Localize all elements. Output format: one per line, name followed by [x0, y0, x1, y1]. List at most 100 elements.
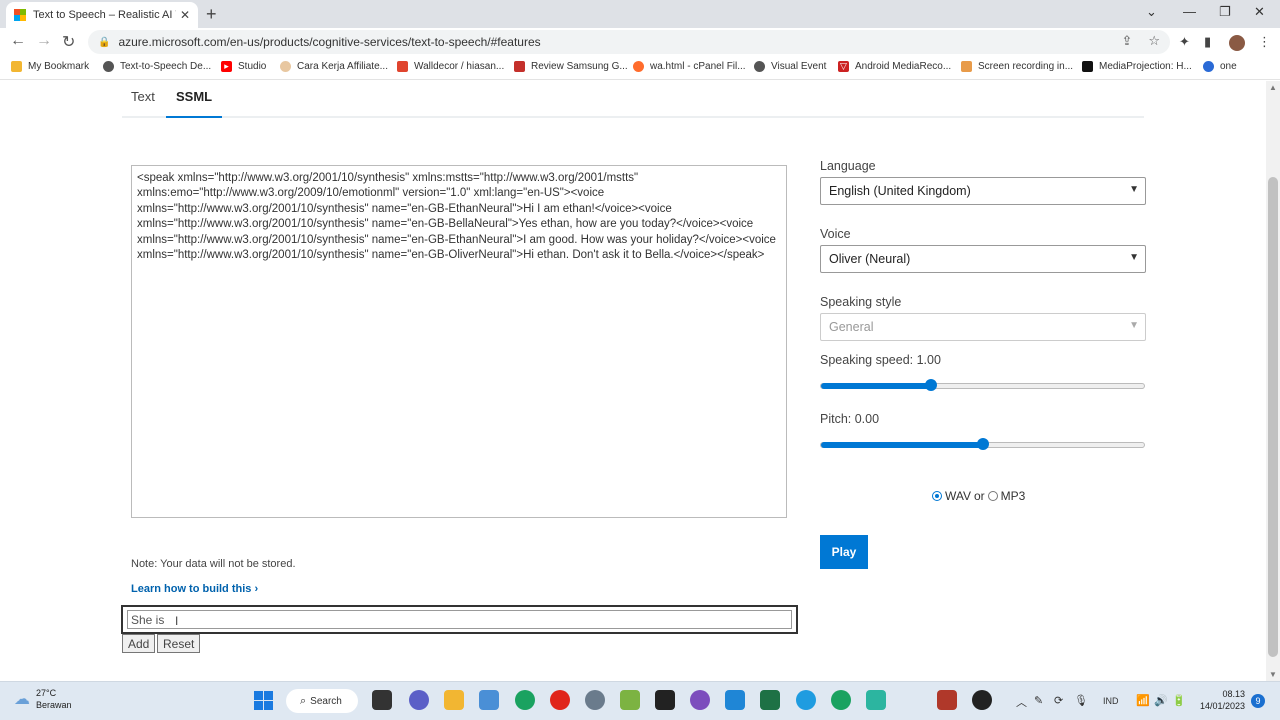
close-tab-icon[interactable]: ✕ [180, 8, 190, 22]
bookmark-item[interactable]: Screen recording in... [961, 61, 1073, 72]
bookmark-item[interactable]: ▸ Studio [221, 61, 266, 72]
site-icon [1203, 61, 1214, 72]
sheets-icon[interactable] [866, 690, 886, 710]
scroll-up-icon[interactable]: ▲ [1269, 83, 1277, 92]
bookmark-item[interactable]: MediaProjection: H... [1082, 61, 1192, 72]
excel-icon[interactable] [760, 690, 780, 710]
pitch-label: Pitch: 0.00 [820, 412, 880, 426]
windows-taskbar: ☁ 27°C Berawan ⌕ Search ︿ ✎ ⟳ 🎙 IND 📶 🔊 … [0, 681, 1280, 720]
folder-icon [11, 61, 22, 72]
extensions-icon[interactable]: ✦ [1179, 34, 1190, 50]
voice-select[interactable]: Oliver (Neural) ▼ [820, 245, 1146, 273]
url-text: azure.microsoft.com/en-us/products/cogni… [118, 35, 541, 49]
photos-icon[interactable] [479, 690, 499, 710]
bookmark-item[interactable]: one [1203, 61, 1237, 72]
language-select[interactable]: English (United Kingdom) ▼ [820, 177, 1146, 205]
minimize-icon[interactable]: — [1183, 4, 1196, 19]
bookmark-item[interactable]: My Bookmark [11, 61, 89, 72]
add-button[interactable]: Add [122, 634, 156, 653]
mp3-radio[interactable] [987, 491, 998, 501]
page-scrollbar[interactable]: ▲ ▼ [1266, 81, 1280, 681]
profile-avatar[interactable] [1229, 35, 1245, 51]
chat-icon[interactable] [409, 690, 429, 710]
shop-icon [397, 61, 408, 72]
chevron-down-icon: ▼ [1129, 184, 1139, 195]
scrollbar-thumb[interactable] [1268, 177, 1278, 657]
taskbar-search[interactable]: ⌕ Search [286, 689, 358, 713]
tab-ssml[interactable]: SSML [166, 89, 223, 118]
bookmark-item[interactable]: wa.html - cPanel Fil... [633, 61, 746, 72]
voice-label: Voice [820, 227, 851, 241]
ssml-textarea[interactable]: <speak xmlns="http://www.w3.org/2001/10/… [131, 165, 787, 518]
weather-widget[interactable]: ☁ 27°C Berawan [14, 687, 72, 711]
address-bar[interactable]: 🔒 azure.microsoft.com/en-us/products/cog… [88, 30, 1170, 54]
privacy-note: Note: Your data will not be stored. [131, 558, 296, 570]
slider-handle[interactable] [976, 438, 989, 450]
start-windows-icon[interactable] [254, 691, 273, 710]
chrome-icon[interactable] [515, 690, 535, 710]
pitch-slider[interactable] [820, 438, 1145, 450]
volume-icon[interactable]: 🔊 [1154, 694, 1168, 707]
side-panel-icon[interactable]: ▮ [1204, 34, 1211, 50]
media-icon[interactable] [972, 690, 992, 710]
bookmark-item[interactable]: Review Samsung G... [514, 61, 628, 72]
battery-icon[interactable]: 🔋 [1172, 694, 1186, 707]
share-icon[interactable]: ⇪ [1121, 33, 1132, 49]
output-format-group: WAV or MP3 [932, 489, 1025, 503]
browser-toolbar: ← → ↻ 🔒 azure.microsoft.com/en-us/produc… [0, 28, 1280, 56]
pen-icon[interactable]: ✎ [1034, 694, 1043, 707]
menu-kebab-icon[interactable]: ⋮ [1258, 34, 1271, 50]
learn-how-link[interactable]: Learn how to build this › [131, 583, 258, 595]
slider-fill [821, 383, 931, 389]
back-icon[interactable]: ← [10, 32, 26, 50]
sync-icon[interactable]: ⟳ [1054, 694, 1063, 707]
wav-radio[interactable] [932, 491, 942, 501]
language-indicator[interactable]: IND [1103, 696, 1119, 706]
opera-icon[interactable] [550, 690, 570, 710]
scroll-down-icon[interactable]: ▼ [1269, 670, 1277, 679]
clock[interactable]: 08.13 14/01/2023 [1195, 688, 1245, 712]
winrar-icon[interactable] [937, 690, 957, 710]
file-explorer-icon[interactable] [444, 690, 464, 710]
new-tab-button[interactable]: + [206, 4, 217, 25]
reload-icon[interactable]: ↻ [62, 32, 75, 52]
lock-icon: 🔒 [98, 36, 111, 48]
speaking-speed-slider[interactable] [820, 379, 1145, 391]
tab-search-chevron-icon[interactable]: ⌄ [1146, 4, 1157, 20]
terminal-icon[interactable] [655, 690, 675, 710]
tab-text[interactable]: Text [131, 89, 155, 114]
input-mode-tabs: Text SSML [122, 81, 1144, 118]
bookmark-star-icon[interactable]: ☆ [1148, 33, 1160, 49]
site-icon [1082, 61, 1093, 72]
language-label: Language [820, 159, 876, 173]
edge-icon[interactable] [796, 690, 816, 710]
speaking-style-select[interactable]: General ▼ [820, 313, 1146, 341]
tray-chevron-icon[interactable]: ︿ [1016, 694, 1027, 710]
task-view-icon[interactable] [372, 690, 392, 710]
site-icon [961, 61, 972, 72]
play-button[interactable]: Play [820, 535, 868, 569]
bookmark-item[interactable]: Cara Kerja Affiliate... [280, 61, 388, 72]
forward-icon[interactable]: → [36, 32, 52, 50]
github-icon[interactable] [690, 690, 710, 710]
bookmark-item[interactable]: Walldecor / hiasan... [397, 61, 504, 72]
text-input[interactable] [127, 610, 792, 629]
bookmark-item[interactable]: ▽ Android MediaReco... [838, 61, 951, 72]
microphone-icon[interactable]: 🎙 [1074, 694, 1088, 707]
chrome-profile-icon[interactable] [831, 690, 851, 710]
text-input-wrapper [121, 605, 798, 634]
restore-icon[interactable]: ❐ [1219, 4, 1231, 20]
wifi-icon[interactable]: 📶 [1136, 694, 1150, 707]
settings-gear-icon[interactable] [585, 690, 605, 710]
vscode-icon[interactable] [725, 690, 745, 710]
site-icon: ▽ [838, 61, 849, 72]
slider-handle[interactable] [924, 379, 937, 391]
notepad-icon[interactable] [620, 690, 640, 710]
bookmark-item[interactable]: Visual Event [754, 61, 826, 72]
reset-button[interactable]: Reset [157, 634, 201, 653]
bookmark-item[interactable]: Text-to-Speech De... [103, 61, 211, 72]
page-content: Text SSML <speak xmlns="http://www.w3.or… [0, 81, 1266, 681]
browser-tab[interactable]: Text to Speech – Realistic AI Voic ✕ [6, 2, 198, 28]
notification-badge[interactable]: 9 [1251, 694, 1265, 708]
close-window-icon[interactable]: ✕ [1254, 4, 1265, 20]
